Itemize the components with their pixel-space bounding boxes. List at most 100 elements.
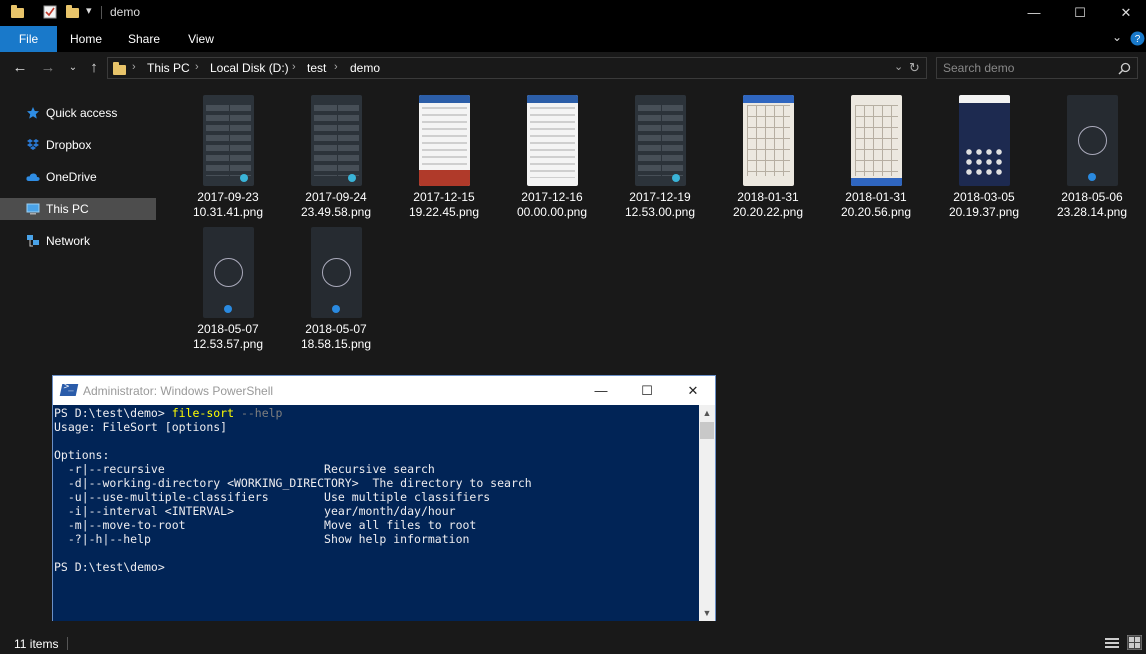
file-thumbnail — [311, 227, 362, 318]
forward-button[interactable]: → — [38, 58, 58, 78]
file-name: 2017-09-24 23.49.58.png — [300, 190, 372, 219]
file-thumbnail — [851, 95, 902, 186]
console-output[interactable]: PS D:\test\demo> file-sort --help Usage:… — [53, 405, 699, 621]
file-thumbnail — [743, 95, 794, 186]
file-name: 2017-12-19 12.53.00.png — [624, 190, 696, 219]
nav-item-network[interactable]: Network — [0, 230, 156, 252]
chevron-right-icon[interactable]: › — [132, 61, 136, 73]
nav-item-onedrive[interactable]: OneDrive — [0, 166, 156, 188]
file-item[interactable]: 2018-05-06 23.28.14.png — [1038, 85, 1146, 219]
powershell-title: Administrator: Windows PowerShell — [83, 384, 274, 398]
ps-maximize-button[interactable]: ☐ — [624, 376, 670, 405]
file-item[interactable]: 2017-12-19 12.53.00.png — [606, 85, 714, 219]
file-item[interactable]: 2017-09-23 10.31.41.png — [174, 85, 282, 219]
tab-share[interactable]: Share — [118, 26, 170, 52]
folder-icon — [11, 5, 24, 18]
ribbon-tabs: File Home Share View ⌄ ? — [0, 26, 1146, 156]
file-name: 2018-05-07 18.58.15.png — [300, 322, 372, 351]
title-bar: ▾ demo — ☐ ✕ — [0, 0, 1146, 26]
file-thumbnail — [959, 95, 1010, 186]
title-separator — [101, 6, 102, 19]
file-name: 2018-05-07 12.53.57.png — [192, 322, 264, 351]
nav-item-quick-access[interactable]: Quick access — [0, 102, 156, 124]
nav-label: Dropbox — [46, 138, 92, 152]
file-item[interactable]: 2017-09-24 23.49.58.png — [282, 85, 390, 219]
back-button[interactable]: ← — [10, 58, 30, 78]
breadcrumb-test[interactable]: test — [307, 61, 326, 75]
file-item[interactable]: 2017-12-15 19.22.45.png — [390, 85, 498, 219]
file-name: 2018-05-06 23.28.14.png — [1056, 190, 1128, 219]
file-name: 2017-12-15 19.22.45.png — [408, 190, 480, 219]
file-thumbnail — [311, 95, 362, 186]
nav-label: OneDrive — [46, 170, 97, 184]
ps-close-button[interactable]: ✕ — [670, 376, 716, 405]
console-prompt: PS D:\test\demo> — [54, 406, 172, 420]
file-item[interactable]: 2018-03-05 20.19.37.png — [930, 85, 1038, 219]
computer-icon — [26, 203, 40, 215]
file-name: 2018-03-05 20.19.37.png — [948, 190, 1020, 219]
folder-icon — [113, 62, 126, 75]
tab-home[interactable]: Home — [60, 26, 112, 52]
file-name: 2018-01-31 20.20.56.png — [840, 190, 912, 219]
console-command: file-sort — [171, 406, 235, 420]
file-thumbnail — [419, 95, 470, 186]
customize-quick-access-icon[interactable]: ▾ — [86, 4, 92, 17]
breadcrumb-demo[interactable]: demo — [350, 61, 380, 75]
network-icon — [27, 235, 39, 247]
maximize-button[interactable]: ☐ — [1057, 0, 1103, 26]
status-bar: 11 items — [0, 632, 1146, 654]
search-icon[interactable] — [1118, 62, 1131, 75]
details-view-icon[interactable] — [1105, 637, 1119, 649]
help-icon[interactable]: ? — [1130, 31, 1145, 46]
console-scrollbar[interactable]: ▲ ▼ — [699, 405, 715, 621]
powershell-title-bar[interactable]: Administrator: Windows PowerShell — ☐ ✕ — [53, 376, 715, 405]
up-button[interactable]: ↑ — [84, 58, 104, 78]
file-name: 2017-12-16 00.00.00.png — [516, 190, 588, 219]
refresh-icon[interactable]: ↻ — [909, 60, 920, 76]
breadcrumb-this-pc[interactable]: This PC — [147, 61, 190, 75]
file-item[interactable]: 2018-01-31 20.20.56.png — [822, 85, 930, 219]
file-thumbnail — [527, 95, 578, 186]
address-dropdown-icon[interactable]: ⌄ — [894, 60, 903, 73]
nav-item-this-pc[interactable]: This PC — [0, 198, 156, 220]
chevron-right-icon[interactable]: › — [292, 61, 296, 73]
address-row: ← → ⌄ ↑ › This PC › Local Disk (D:) › te… — [0, 52, 1146, 85]
address-bar[interactable]: › This PC › Local Disk (D:) › test › dem… — [107, 57, 927, 79]
search-input[interactable] — [943, 60, 1113, 76]
scroll-up-icon[interactable]: ▲ — [699, 405, 715, 421]
scrollbar-thumb[interactable] — [700, 422, 714, 439]
scroll-down-icon[interactable]: ▼ — [699, 605, 715, 621]
window-title: demo — [110, 5, 141, 19]
file-thumbnail — [635, 95, 686, 186]
status-separator — [67, 637, 68, 650]
minimize-button[interactable]: — — [1011, 0, 1057, 26]
properties-icon[interactable] — [43, 5, 57, 19]
chevron-right-icon[interactable]: › — [334, 61, 338, 73]
new-folder-icon[interactable] — [66, 5, 79, 18]
nav-item-dropbox[interactable]: Dropbox — [0, 134, 156, 156]
ps-minimize-button[interactable]: — — [578, 376, 624, 405]
powershell-window[interactable]: Administrator: Windows PowerShell — ☐ ✕ … — [52, 375, 716, 621]
file-thumbnail — [1067, 95, 1118, 186]
file-thumbnail — [203, 95, 254, 186]
item-count: 11 items — [14, 637, 59, 651]
file-item[interactable]: 2018-05-07 12.53.57.png — [174, 217, 282, 351]
nav-label: Quick access — [46, 106, 118, 120]
nav-label: Network — [46, 234, 91, 248]
file-item[interactable]: 2018-05-07 18.58.15.png — [282, 217, 390, 351]
tab-view[interactable]: View — [175, 26, 227, 52]
file-thumbnail — [203, 227, 254, 318]
close-button[interactable]: ✕ — [1103, 0, 1146, 26]
file-name: 2018-01-31 20.20.22.png — [732, 190, 804, 219]
expand-ribbon-icon[interactable]: ⌄ — [1112, 30, 1122, 44]
file-item[interactable]: 2017-12-16 00.00.00.png — [498, 85, 606, 219]
breadcrumb-local-disk[interactable]: Local Disk (D:) — [210, 61, 289, 75]
nav-label: This PC — [46, 202, 89, 216]
powershell-icon — [59, 384, 79, 396]
svg-text:?: ? — [1135, 34, 1141, 45]
large-icons-view-icon[interactable] — [1127, 635, 1142, 650]
search-box[interactable] — [936, 57, 1138, 79]
chevron-right-icon[interactable]: › — [195, 61, 199, 73]
file-item[interactable]: 2018-01-31 20.20.22.png — [714, 85, 822, 219]
recent-locations-button[interactable]: ⌄ — [63, 58, 83, 78]
